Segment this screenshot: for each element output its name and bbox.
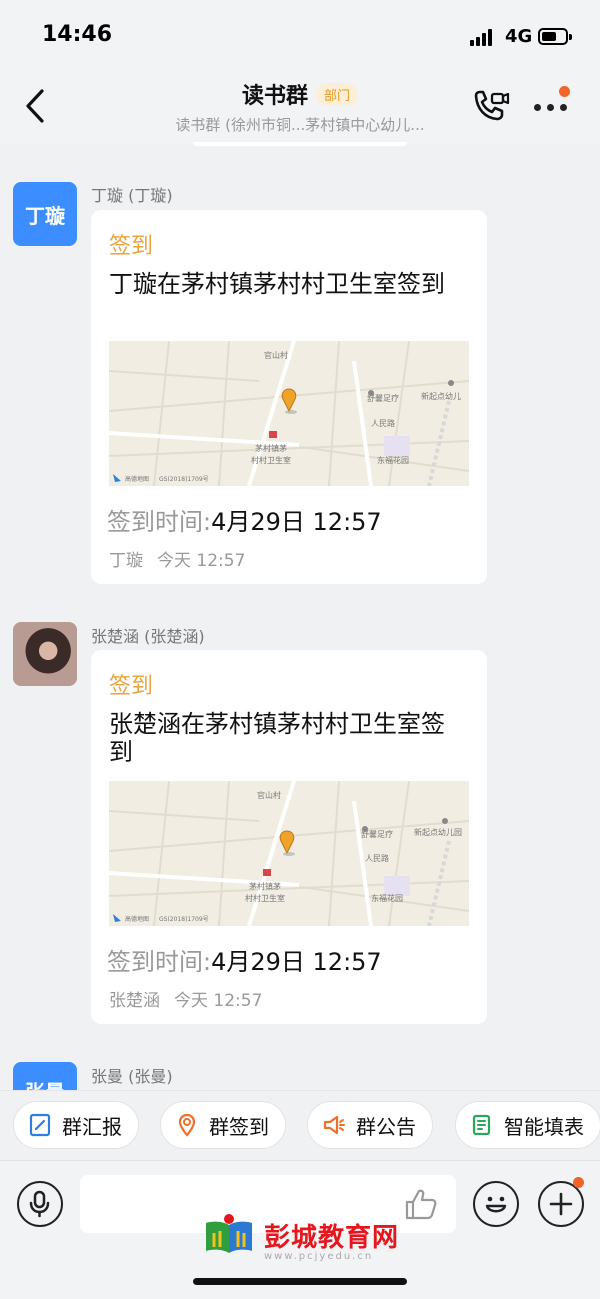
sender-name: 丁璇 (丁璇) (91, 186, 173, 205)
chip-label: 智能填表 (504, 1114, 584, 1139)
video-call-button[interactable] (470, 88, 510, 124)
plus-icon (549, 1192, 573, 1216)
card-title: 签到 (109, 674, 154, 699)
card-text: 张楚涵在茅村镇茅村村卫生室签到 (109, 710, 445, 766)
book-logo-icon (206, 1214, 252, 1253)
department-badge: 部门 (316, 83, 359, 106)
map-label: 茅村镇茅 (255, 443, 287, 453)
avatar-text: 张曼 (25, 1076, 65, 1090)
map-label: 东福花园 (371, 893, 403, 903)
footer-name: 丁璇 (109, 551, 143, 571)
map-graphic: 官山村 舒馨足疗 新起点幼儿园 人民路 茅村镇茅 村村卫生室 东福花园 GS(2… (109, 781, 469, 926)
sender-name: 张楚涵 (张楚涵) (91, 627, 205, 646)
home-indicator[interactable] (193, 1278, 407, 1285)
previous-message-edge (193, 142, 407, 146)
chip-label: 群公告 (356, 1114, 416, 1139)
more-button[interactable] (528, 86, 572, 126)
report-icon (28, 1113, 52, 1137)
map-label: 高德地图 (125, 915, 149, 923)
checkin-time-value: 4月29日 12:57 (211, 508, 382, 536)
footer-time: 今天 12:57 (157, 551, 246, 571)
title-row[interactable]: 读书群 部门 (0, 78, 600, 110)
chip-label: 群签到 (209, 1114, 269, 1139)
plus-button[interactable] (538, 1177, 584, 1227)
footer-name: 张楚涵 (109, 991, 160, 1011)
more-dot (560, 104, 567, 111)
voice-button[interactable] (17, 1181, 63, 1227)
location-pin-icon (175, 1113, 199, 1137)
avatar[interactable]: 张曼 (13, 1062, 77, 1090)
smart-form-button[interactable]: 智能填表 (455, 1101, 600, 1149)
map-label: 新起点幼儿园 (414, 827, 462, 837)
map-label: 官山村 (257, 790, 281, 800)
checkin-time-value: 4月29日 12:57 (211, 948, 382, 976)
avatar[interactable]: 丁璇 (13, 182, 77, 246)
map-label: GS(2018)1709号 (159, 476, 209, 483)
watermark: 彭城教育网 www.pcjyedu.cn (200, 1211, 410, 1271)
battery-icon (538, 28, 572, 45)
form-icon (470, 1113, 494, 1137)
map-label: 人民路 (365, 853, 389, 863)
notification-dot (573, 1177, 584, 1188)
signal-icon (470, 28, 496, 46)
watermark-text: 彭城教育网 (264, 1223, 400, 1253)
megaphone-icon (322, 1113, 346, 1137)
sender-name: 张曼 (张曼) (91, 1067, 173, 1086)
card-text: 丁璇在茅村镇茅村村卫生室签到 (109, 270, 445, 298)
map-label: 人民路 (371, 418, 395, 428)
map-label: 茅村镇茅 (249, 881, 281, 891)
checkin-time: 签到时间:4月29日 12:57 (107, 942, 382, 977)
more-dot (534, 104, 541, 111)
status-bar: 14:46 4G (0, 0, 600, 72)
chat-header: 读书群 部门 读书群 (徐州市铜...茅村镇中心幼儿... (0, 72, 600, 144)
quick-actions-bar: 群汇报 群签到 群公告 智能填表 (0, 1090, 600, 1158)
card-footer: 丁璇 今天 12:57 (109, 546, 245, 571)
checkin-time: 签到时间:4月29日 12:57 (107, 502, 382, 537)
footer-time: 今天 12:57 (174, 991, 263, 1011)
checkin-time-label: 签到时间: (107, 508, 212, 536)
avatar-text: 丁璇 (25, 203, 65, 228)
map-label: 官山村 (264, 350, 288, 360)
map-label: GS(2018)1709号 (159, 916, 209, 923)
checkin-time-label: 签到时间: (107, 948, 212, 976)
location-map[interactable]: 官山村 舒馨足疗 新起点幼儿园 人民路 茅村镇茅 村村卫生室 东福花园 GS(2… (109, 781, 469, 926)
card-title: 签到 (109, 234, 154, 259)
map-label: 东福花园 (377, 455, 409, 465)
emoji-button[interactable] (473, 1181, 519, 1227)
card-footer: 张楚涵 今天 12:57 (109, 986, 262, 1011)
chip-label: 群汇报 (62, 1114, 122, 1139)
smiley-icon (485, 1196, 507, 1213)
more-dot (547, 104, 554, 111)
checkin-card[interactable]: 签到 张楚涵在茅村镇茅村村卫生室签到 官山村 舒馨足疗 新起点幼儿园 人民路 茅… (91, 650, 487, 1024)
watermark-url: www.pcjyedu.cn (264, 1251, 374, 1262)
group-announcement-button[interactable]: 群公告 (307, 1101, 433, 1149)
map-graphic: 官山村 舒馨足疗 新起点幼儿 人民路 茅村镇茅 村村卫生室 东福花园 GS(20… (109, 341, 469, 486)
map-label: 村村卫生室 (245, 893, 285, 903)
notification-dot (559, 86, 570, 97)
group-checkin-button[interactable]: 群签到 (160, 1101, 286, 1149)
group-report-button[interactable]: 群汇报 (13, 1101, 139, 1149)
map-label: 高德地图 (125, 475, 149, 483)
checkin-card[interactable]: 签到 丁璇在茅村镇茅村村卫生室签到 官山村 舒馨足疗 新起点幼儿 人民路 茅村镇… (91, 210, 487, 584)
input-bar: 彭城教育网 www.pcjyedu.cn (0, 1160, 600, 1299)
chat-subtitle[interactable]: 读书群 (徐州市铜...茅村镇中心幼儿... (0, 114, 600, 135)
map-label: 新起点幼儿 (421, 391, 461, 401)
status-time: 14:46 (42, 22, 113, 47)
avatar[interactable] (13, 622, 77, 686)
chat-title: 读书群 (241, 84, 308, 109)
location-map[interactable]: 官山村 舒馨足疗 新起点幼儿 人民路 茅村镇茅 村村卫生室 东福花园 GS(20… (109, 341, 469, 486)
map-label: 村村卫生室 (251, 455, 291, 465)
phone-video-icon (474, 90, 510, 121)
network-label: 4G (505, 26, 533, 47)
microphone-icon (29, 1190, 50, 1218)
